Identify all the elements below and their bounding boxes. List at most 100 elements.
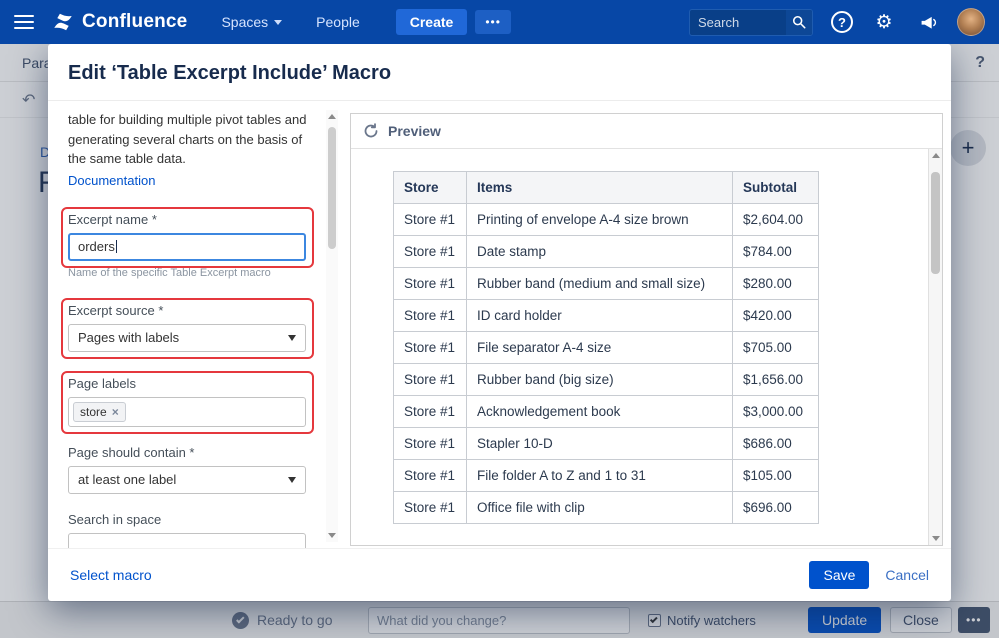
table-cell: $280.00 — [732, 267, 819, 300]
table-row: Store #1 Printing of envelope A-4 size br… — [393, 203, 819, 236]
scrollbar-track[interactable] — [326, 123, 338, 529]
preview-header: Preview — [351, 114, 942, 149]
refresh-icon[interactable] — [363, 123, 379, 139]
dialog-header: Edit ‘Table Excerpt Include’ Macro — [48, 44, 951, 101]
nav-more-button[interactable]: ••• — [475, 10, 511, 34]
table-cell: Store #1 — [393, 331, 467, 364]
page-labels-label: Page labels — [68, 375, 136, 391]
table-cell: Printing of envelope A-4 size brown — [466, 203, 733, 236]
table-cell: $705.00 — [732, 331, 819, 364]
cancel-link[interactable]: Cancel — [885, 567, 929, 583]
table-cell: Store #1 — [393, 267, 467, 300]
search-space-input[interactable] — [68, 532, 306, 548]
label-chip-text: store — [80, 404, 107, 419]
remove-label-icon[interactable]: × — [112, 406, 119, 418]
table-cell: Office file with clip — [466, 491, 733, 524]
table-row: Store #1 Acknowledgement book $3,000.00 — [393, 395, 819, 428]
excerpt-source-select[interactable]: Pages with labels — [68, 323, 306, 352]
table-cell: Store #1 — [393, 235, 467, 268]
confluence-logo-icon[interactable] — [52, 11, 74, 33]
table-cell: Store #1 — [393, 459, 467, 492]
documentation-link[interactable]: Documentation — [68, 173, 155, 188]
scroll-down-icon[interactable] — [326, 529, 338, 542]
scrollbar-thumb[interactable] — [931, 172, 940, 274]
announcements-megaphone-icon[interactable] — [915, 9, 941, 35]
excerpt-name-value: orders — [78, 239, 115, 254]
search-icon[interactable] — [786, 9, 812, 35]
nav-spaces[interactable]: Spaces — [221, 14, 283, 30]
dialog-title: Edit ‘Table Excerpt Include’ Macro — [68, 62, 392, 84]
table-cell: File folder A to Z and 1 to 31 — [466, 459, 733, 492]
table-cell: Date stamp — [466, 235, 733, 268]
search-space-field: Search in space — [68, 512, 306, 548]
table-row: Store #1 Date stamp $784.00 — [393, 235, 819, 268]
dialog-footer: Select macro Save Cancel — [48, 548, 951, 601]
scroll-up-icon[interactable] — [326, 110, 338, 123]
excerpt-name-input[interactable]: orders — [68, 232, 306, 261]
global-search — [689, 8, 813, 36]
column-header: Subtotal — [732, 171, 819, 204]
column-header: Items — [466, 171, 733, 204]
form-panel-scrollbar[interactable] — [326, 110, 338, 542]
save-button[interactable]: Save — [809, 561, 870, 589]
create-button[interactable]: Create — [395, 9, 468, 35]
excerpt-source-value: Pages with labels — [78, 330, 180, 345]
preview-table-area: Store Items Subtotal Store #1 Printing of e… — [351, 149, 928, 545]
scroll-down-icon[interactable] — [929, 532, 942, 545]
page-contain-value: at least one label — [78, 472, 177, 487]
table-cell: Store #1 — [393, 395, 467, 428]
excerpt-name-help: Name of the specific Table Excerpt macro — [68, 266, 271, 279]
table-cell: $1,656.00 — [732, 363, 819, 396]
page-contain-select[interactable]: at least one label — [68, 465, 306, 494]
table-cell: Rubber band (big size) — [466, 363, 733, 396]
preview-table: Store Items Subtotal Store #1 Printing of e… — [393, 171, 819, 524]
dialog-body: table for building multiple pivot tables… — [48, 101, 951, 548]
help-glyph: ? — [838, 14, 846, 30]
chevron-down-icon — [288, 334, 296, 341]
scrollbar-track[interactable] — [929, 162, 942, 532]
table-row: Store #1 Rubber band (big size) $1,656.00 — [393, 363, 819, 396]
scroll-up-icon[interactable] — [929, 149, 942, 162]
search-input[interactable] — [690, 14, 786, 30]
table-cell: Store #1 — [393, 203, 467, 236]
preview-scrollbar[interactable] — [928, 149, 942, 545]
table-cell: File separator A-4 size — [466, 331, 733, 364]
table-cell: $105.00 — [732, 459, 819, 492]
settings-gear-icon[interactable]: ⚙ — [871, 9, 897, 35]
table-row: Store #1 ID card holder $420.00 — [393, 299, 819, 332]
menu-icon[interactable] — [14, 15, 34, 29]
page-contain-field: Page should contain * at least one label — [68, 445, 306, 494]
table-cell: Store #1 — [393, 363, 467, 396]
screen: Confluence Spaces People Create ••• ? ⚙ … — [0, 0, 999, 638]
edit-macro-dialog: Edit ‘Table Excerpt Include’ Macro table… — [48, 44, 951, 601]
excerpt-source-label: Excerpt source * — [68, 302, 164, 318]
scrollbar-thumb[interactable] — [328, 127, 336, 249]
preview-title: Preview — [388, 123, 441, 139]
preview-panel: Preview Store Items Subtotal Store #1 Print… — [350, 113, 943, 546]
table-row: Store #1 Office file with clip $696.00 — [393, 491, 819, 524]
table-cell: $420.00 — [732, 299, 819, 332]
nav-people-label: People — [316, 14, 360, 30]
page-labels-field: Page labels store × — [61, 370, 314, 434]
excerpt-name-field: Excerpt name * orders — [61, 206, 314, 268]
nav-spaces-label: Spaces — [221, 14, 269, 30]
logo-text[interactable]: Confluence — [82, 11, 187, 33]
table-row: Store #1 File separator A-4 size $705.00 — [393, 331, 819, 364]
table-cell: Rubber band (medium and small size) — [466, 267, 733, 300]
table-cell: $3,000.00 — [732, 395, 819, 428]
table-cell: Stapler 10-D — [466, 427, 733, 460]
excerpt-name-label: Excerpt name * — [68, 211, 157, 227]
user-avatar[interactable] — [957, 8, 985, 36]
macro-form-panel: table for building multiple pivot tables… — [61, 101, 318, 548]
table-row: Store #1 File folder A to Z and 1 to 31 $1… — [393, 459, 819, 492]
table-row: Store #1 Rubber band (medium and small si… — [393, 267, 819, 300]
page-labels-input[interactable]: store × — [68, 396, 306, 427]
top-navbar: Confluence Spaces People Create ••• ? ⚙ — [0, 0, 999, 44]
excerpt-source-field: Excerpt source * Pages with labels — [61, 297, 314, 359]
preview-table-head-row: Store Items Subtotal — [393, 171, 819, 204]
nav-people[interactable]: People — [316, 14, 360, 30]
select-macro-link[interactable]: Select macro — [70, 567, 152, 583]
preview-content: Store Items Subtotal Store #1 Printing of e… — [351, 149, 942, 545]
table-cell: $696.00 — [732, 491, 819, 524]
help-icon[interactable]: ? — [831, 11, 853, 33]
